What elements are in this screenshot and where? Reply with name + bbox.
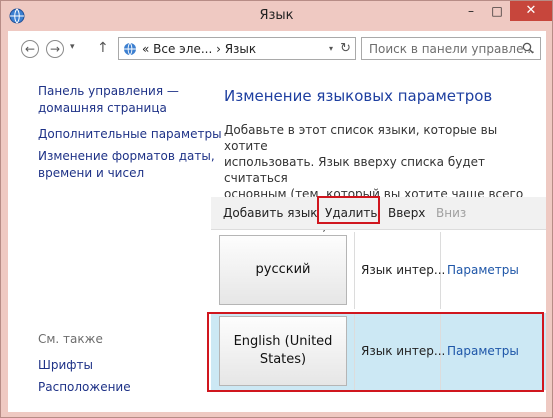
forward-button[interactable]: → <box>46 40 64 58</box>
sidebar-item-label: времени и чисел <box>38 166 145 180</box>
language-row[interactable]: русский Язык интер... Параметры <box>211 232 546 309</box>
refresh-icon[interactable]: ↻ <box>340 41 351 56</box>
sidebar-item-fonts[interactable]: Шрифты <box>38 354 131 376</box>
breadcrumb[interactable]: « Все эле... › Язык <box>142 42 256 56</box>
recent-locations-button[interactable]: ▾ <box>70 42 75 52</box>
highlight-box-remove <box>317 196 380 224</box>
sidebar-item-label: Панель управления — <box>38 84 179 98</box>
column-divider <box>354 232 355 309</box>
see-also-heading: См. также <box>38 332 103 346</box>
language-name-button[interactable]: русский <box>219 235 347 305</box>
sidebar-item-location[interactable]: Расположение <box>38 376 131 398</box>
sidebar-item-home[interactable]: Панель управления — домашняя страница <box>38 83 222 117</box>
title-bar: Язык – □ ✕ <box>1 1 552 31</box>
move-up-button[interactable]: Вверх <box>388 206 425 220</box>
page-title: Изменение языковых параметров <box>224 87 493 105</box>
description-line: Добавьте в этот список языки, которые вы… <box>224 123 498 153</box>
close-button[interactable]: ✕ <box>510 1 552 21</box>
language-toolbar: Добавить язык Удалить Вверх Вниз <box>211 196 546 230</box>
maximize-button[interactable]: □ <box>484 1 510 21</box>
up-button[interactable]: ↑ <box>97 40 109 56</box>
sidebar-item-label: домашняя страница <box>38 101 167 115</box>
highlight-box-language-row <box>207 312 544 392</box>
sidebar-item-label: Изменение форматов даты, <box>38 149 215 163</box>
move-down-button: Вниз <box>436 206 467 220</box>
input-method-text: Язык интер... <box>361 263 446 277</box>
sidebar-item-formats[interactable]: Изменение форматов даты, времени и чисел <box>38 148 222 182</box>
search-placeholder: Поиск в панели управле... <box>369 42 535 56</box>
add-language-button[interactable]: Добавить язык <box>223 206 318 220</box>
sidebar-item-advanced[interactable]: Дополнительные параметры <box>38 126 222 143</box>
search-input[interactable]: Поиск в панели управле... <box>361 37 541 60</box>
minimize-button[interactable]: – <box>458 1 484 21</box>
sidebar: Панель управления — домашняя страница До… <box>38 83 222 182</box>
options-link[interactable]: Параметры <box>447 263 519 277</box>
language-icon <box>124 42 136 56</box>
back-button[interactable]: ← <box>21 40 39 58</box>
chevron-down-icon[interactable]: ▾ <box>329 44 333 53</box>
control-panel-window: Язык – □ ✕ ← → ▾ ↑ « Все эле... › Язык ▾… <box>0 0 553 418</box>
window-client: ← → ▾ ↑ « Все эле... › Язык ▾ ↻ Поиск в … <box>8 31 546 412</box>
navigation-bar: ← → ▾ ↑ « Все эле... › Язык ▾ ↻ Поиск в … <box>8 31 546 69</box>
search-icon[interactable] <box>522 42 534 54</box>
see-also-links: Шрифты Расположение <box>38 354 131 398</box>
address-bar[interactable]: « Все эле... › Язык ▾ ↻ <box>118 37 356 60</box>
description-line: использовать. Язык вверху списка будет с… <box>224 155 486 185</box>
language-name: русский <box>255 262 311 277</box>
